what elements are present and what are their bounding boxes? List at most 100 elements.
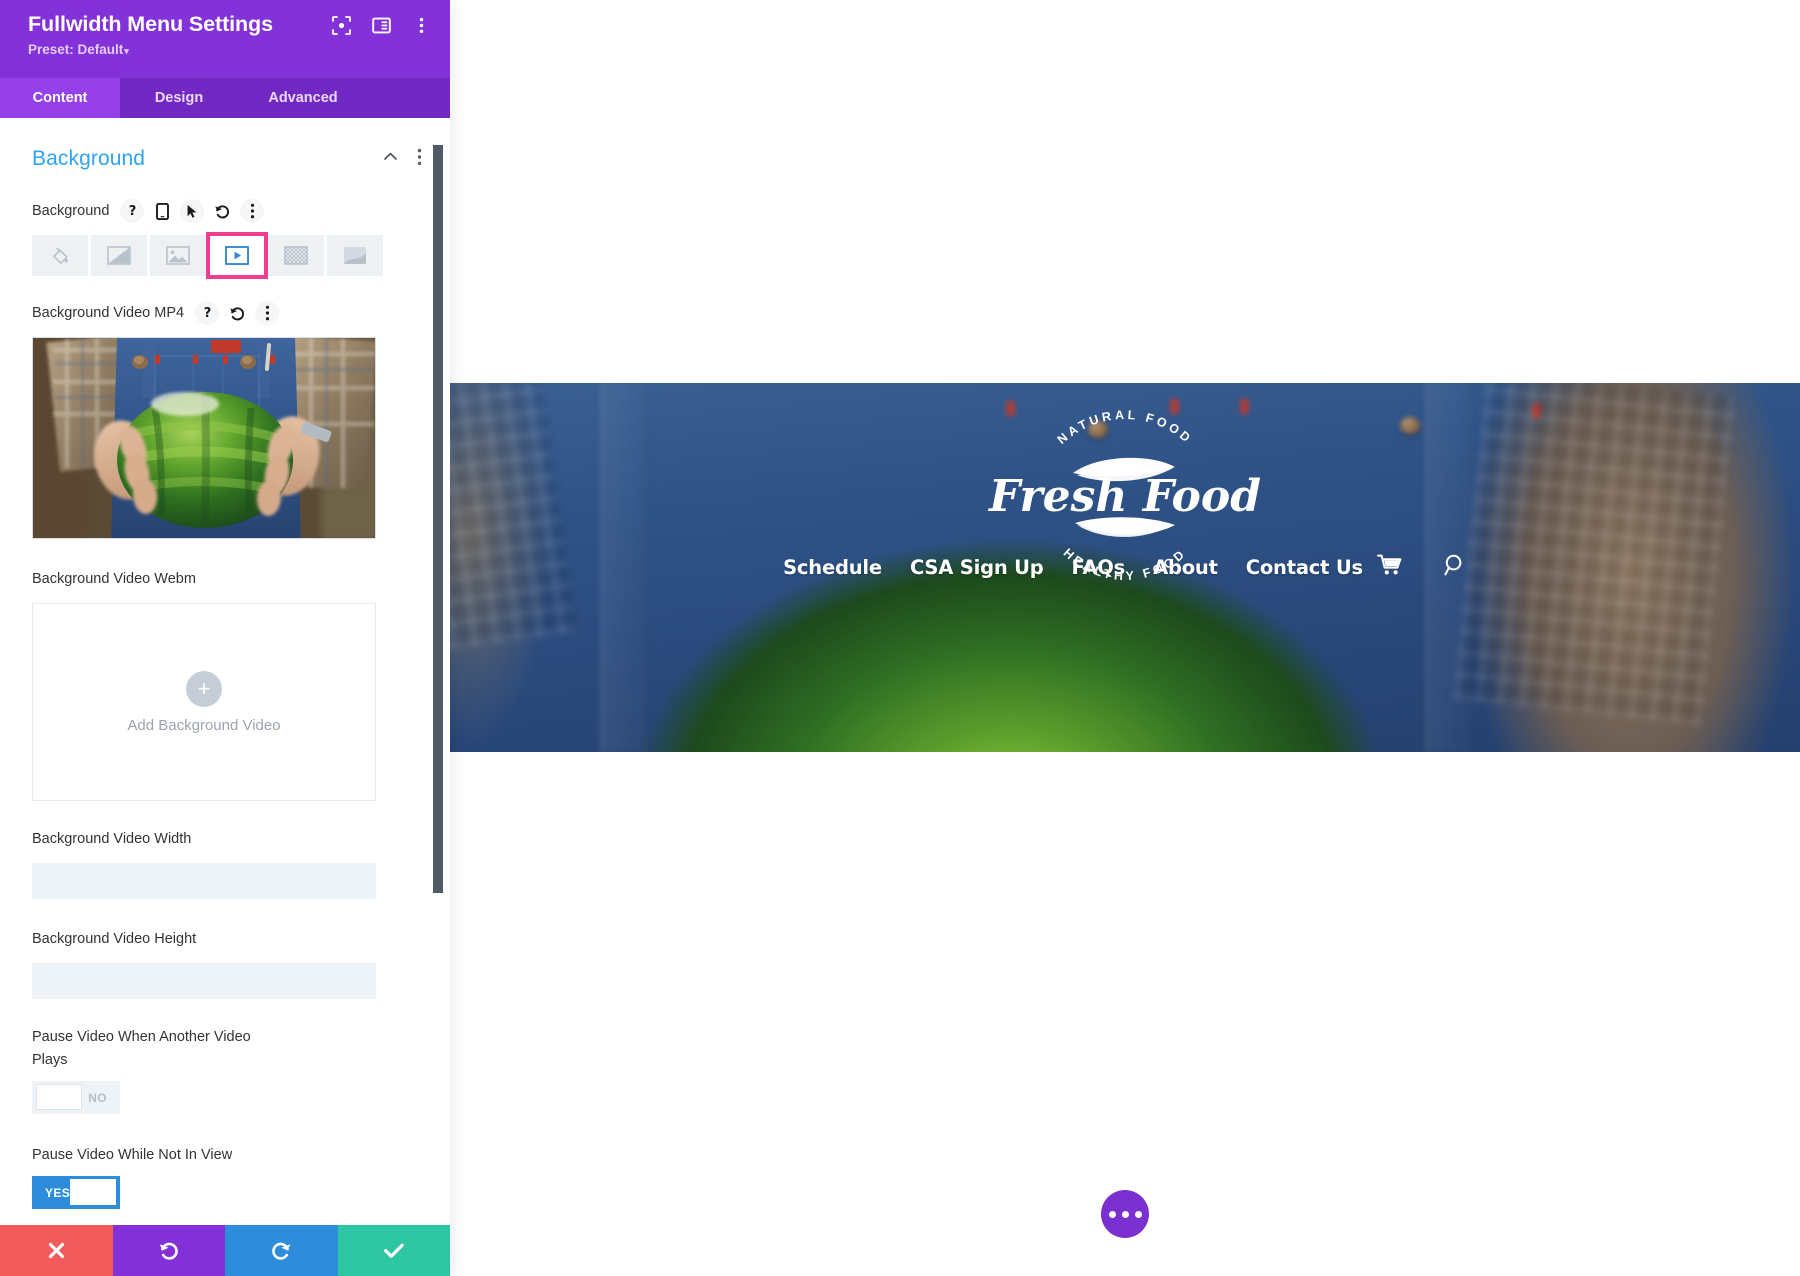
background-type-image[interactable] [150, 235, 206, 276]
pause-video-other-label: Pause Video When Another Video Plays [32, 1029, 251, 1068]
background-video-mp4-field: Background Video MP4 ? [0, 300, 450, 539]
video-height-input[interactable] [32, 963, 376, 999]
undo-button[interactable] [112, 1225, 225, 1276]
focus-icon[interactable] [332, 16, 351, 35]
pause-video-not-in-view-field: Pause Video While Not In View YES [0, 1144, 450, 1209]
panel-scroll-body: Background Background ? Background Video… [0, 118, 450, 1225]
module-settings-panel: Fullwidth Menu Settings Preset: Default▾ [0, 0, 450, 1276]
pause-video-other-field: Pause Video When Another Video Plays NO [0, 1026, 450, 1114]
add-background-video-dropzone[interactable]: + Add Background Video [32, 603, 376, 801]
preset-selector[interactable]: Preset: Default▾ [28, 41, 432, 60]
webm-label: Background Video Webm [32, 571, 196, 587]
nav-link-contact-us[interactable]: Contact Us [1246, 556, 1363, 579]
plus-icon: + [186, 670, 222, 707]
close-icon [46, 1240, 67, 1261]
panel-action-bar [0, 1225, 450, 1276]
background-type-color[interactable] [32, 235, 88, 276]
background-video-width-field: Background Video Width [0, 826, 450, 926]
section-title: Background [32, 147, 146, 170]
nav-link-csa-sign-up[interactable]: CSA Sign Up [910, 556, 1044, 579]
background-field: Background ? [0, 198, 450, 279]
nav-link-schedule[interactable]: Schedule [783, 556, 882, 579]
ellipsis-dot-2 [1121, 1210, 1129, 1218]
denim-button-right [1400, 417, 1420, 434]
primary-navigation: Schedule CSA Sign Up FAQs About Contact … [450, 553, 1800, 582]
background-type-mask[interactable] [327, 235, 383, 276]
background-field-label: Background [32, 203, 110, 219]
layout-toggle-icon[interactable] [372, 16, 391, 35]
background-video-webm-field: Background Video Webm + Add Background V… [0, 566, 450, 801]
background-section-header: Background [0, 140, 450, 178]
chevron-up-icon[interactable] [382, 148, 399, 170]
redo-button[interactable] [225, 1225, 338, 1276]
panel-tab-bar: Content Design Advanced [0, 78, 450, 118]
video-height-label-row: Background Video Height [32, 926, 418, 952]
mp4-label-row: Background Video MP4 ? [32, 300, 418, 326]
reset-icon[interactable] [210, 199, 234, 223]
tab-advanced[interactable]: Advanced [238, 78, 368, 118]
tab-design[interactable]: Design [120, 78, 238, 118]
video-width-input[interactable] [32, 863, 376, 899]
ellipsis-dot-1 [1108, 1210, 1116, 1218]
cursor-icon[interactable] [180, 199, 205, 223]
preset-label: Preset: Default [28, 42, 124, 57]
svg-text:?: ? [129, 204, 137, 218]
chevron-down-icon: ▾ [124, 46, 129, 56]
red-tab-2 [1170, 399, 1179, 414]
cancel-button[interactable] [0, 1225, 113, 1276]
red-tab-1 [1006, 401, 1015, 416]
panel-header: Fullwidth Menu Settings Preset: Default▾ [0, 0, 450, 78]
help-icon[interactable]: ? [120, 199, 145, 223]
video-height-label: Background Video Height [32, 931, 197, 947]
plaid-sleeve-left [450, 383, 578, 653]
help-icon[interactable]: ? [195, 301, 220, 325]
tab-content[interactable]: Content [0, 78, 120, 118]
page-settings-fab[interactable] [1101, 1190, 1149, 1238]
toggle-state-label: NO [88, 1090, 107, 1105]
fullwidth-menu-hero: NATURAL FOOD Fresh Food HEALTHY FOOD Sch… [450, 383, 1800, 752]
add-background-video-label: Add Background Video [127, 716, 281, 734]
more-vertical-icon[interactable] [417, 148, 422, 171]
video-width-label-row: Background Video Width [32, 826, 418, 852]
page-preview-canvas: NATURAL FOOD Fresh Food HEALTHY FOOD Sch… [450, 0, 1800, 1276]
nav-link-faqs[interactable]: FAQs [1072, 556, 1126, 579]
background-type-video[interactable] [206, 232, 268, 279]
panel-header-icons [332, 16, 431, 35]
svg-text:?: ? [203, 306, 211, 320]
shopping-cart-icon[interactable] [1376, 553, 1403, 582]
more-vertical-icon[interactable] [412, 16, 431, 35]
panel-scrollbar-track[interactable] [433, 145, 443, 1205]
search-icon[interactable] [1443, 553, 1467, 582]
pause-video-other-toggle[interactable]: NO [32, 1081, 120, 1114]
toggle-state-label: YES [45, 1185, 71, 1200]
background-type-strip [32, 232, 418, 279]
toggle-knob [70, 1179, 116, 1205]
more-vertical-icon[interactable] [255, 301, 280, 325]
mp4-label: Background Video MP4 [32, 305, 185, 321]
more-vertical-icon[interactable] [240, 199, 265, 223]
undo-icon [158, 1240, 180, 1262]
redo-icon [270, 1240, 292, 1262]
panel-scrollbar-thumb[interactable] [433, 145, 443, 893]
video-width-label: Background Video Width [32, 831, 192, 847]
pause-video-not-in-view-label: Pause Video While Not In View [32, 1147, 233, 1163]
background-field-label-row: Background ? [32, 198, 418, 224]
background-video-height-field: Background Video Height [0, 926, 450, 1026]
background-type-gradient[interactable] [91, 235, 147, 276]
mobile-icon[interactable] [150, 199, 174, 223]
site-logo[interactable]: NATURAL FOOD Fresh Food HEALTHY FOOD [987, 408, 1261, 583]
check-icon [382, 1240, 406, 1261]
pause-video-not-in-view-toggle[interactable]: YES [32, 1176, 120, 1209]
nav-link-about[interactable]: About [1153, 556, 1218, 579]
background-video-thumbnail[interactable] [32, 337, 376, 539]
red-tab-3 [1240, 399, 1249, 414]
reset-icon[interactable] [225, 301, 249, 325]
save-button[interactable] [337, 1225, 450, 1276]
logo-script-text: Fresh Food [987, 471, 1261, 522]
mp4-icons: ? [195, 301, 280, 325]
background-type-pattern[interactable] [268, 235, 324, 276]
background-field-icons: ? [120, 199, 265, 223]
webm-label-row: Background Video Webm [32, 566, 418, 592]
toggle-knob [36, 1084, 82, 1110]
ellipsis-dot-3 [1134, 1210, 1142, 1218]
